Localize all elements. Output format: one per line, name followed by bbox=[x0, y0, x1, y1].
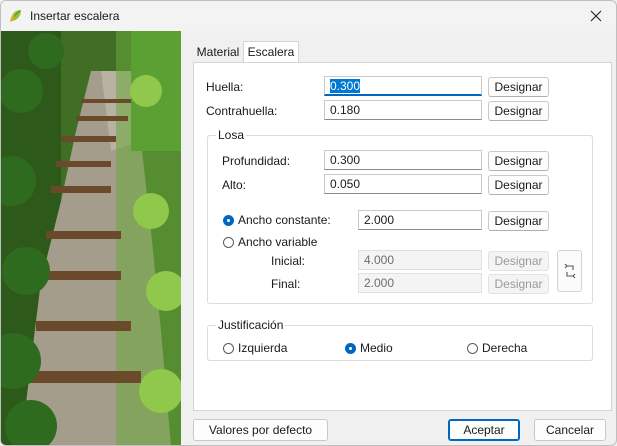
radio-unselected-icon bbox=[223, 342, 234, 354]
profundidad-input[interactable]: 0.300 bbox=[324, 150, 482, 170]
ancho-constante-label: Ancho constante: bbox=[238, 213, 331, 227]
contrahuella-designar-button[interactable]: Designar bbox=[488, 101, 549, 121]
justificacion-title: Justificación bbox=[216, 318, 286, 332]
huella-designar-button[interactable]: Designar bbox=[488, 77, 549, 97]
ancho-constante-radio[interactable]: Ancho constante: bbox=[223, 213, 331, 227]
justificacion-medio-radio[interactable]: Medio bbox=[345, 341, 393, 355]
tab-escalera[interactable]: Escalera bbox=[243, 41, 299, 63]
swap-icon bbox=[564, 263, 575, 279]
contrahuella-input[interactable]: 0.180 bbox=[324, 100, 482, 120]
dialog-window: Insertar escalera Material Escalera Huel… bbox=[0, 0, 617, 446]
losa-title: Losa bbox=[216, 128, 247, 142]
alto-designar-button[interactable]: Designar bbox=[488, 175, 549, 195]
radio-unselected-icon bbox=[467, 342, 478, 354]
inicial-input[interactable]: 4.000 bbox=[358, 250, 482, 270]
title-bar: Insertar escalera bbox=[1, 1, 616, 31]
final-input[interactable]: 2.000 bbox=[358, 273, 482, 293]
medio-label: Medio bbox=[360, 341, 393, 355]
izquierda-label: Izquierda bbox=[238, 341, 288, 355]
inicial-label: Inicial: bbox=[271, 254, 306, 268]
alto-label: Alto: bbox=[222, 178, 247, 192]
ancho-constante-designar-button[interactable]: Designar bbox=[488, 211, 549, 231]
radio-unselected-icon bbox=[223, 236, 234, 248]
derecha-label: Derecha bbox=[482, 341, 528, 355]
ancho-variable-radio[interactable]: Ancho variable bbox=[223, 235, 317, 249]
app-logo-icon bbox=[10, 10, 21, 22]
final-label: Final: bbox=[271, 277, 301, 291]
final-designar-button[interactable]: Designar bbox=[488, 274, 549, 294]
huella-input[interactable]: 0.300 bbox=[324, 76, 482, 96]
stairs-photo bbox=[1, 31, 181, 445]
close-icon bbox=[590, 10, 602, 22]
justificacion-izquierda-radio[interactable]: Izquierda bbox=[223, 341, 287, 355]
ancho-constante-input[interactable]: 2.000 bbox=[358, 210, 482, 230]
tab-material[interactable]: Material bbox=[193, 42, 243, 62]
profundidad-designar-button[interactable]: Designar bbox=[488, 151, 549, 171]
window-title: Insertar escalera bbox=[30, 9, 120, 23]
radio-selected-icon bbox=[345, 342, 356, 354]
defaults-button[interactable]: Valores por defecto bbox=[193, 419, 328, 441]
cancel-button[interactable]: Cancelar bbox=[534, 419, 606, 441]
justificacion-derecha-radio[interactable]: Derecha bbox=[467, 341, 527, 355]
inicial-designar-button[interactable]: Designar bbox=[488, 251, 549, 271]
huella-label: Huella: bbox=[206, 80, 244, 94]
swap-widths-button[interactable] bbox=[557, 250, 582, 292]
ancho-variable-label: Ancho variable bbox=[238, 235, 318, 249]
radio-selected-icon bbox=[223, 214, 234, 226]
huella-value: 0.300 bbox=[330, 79, 361, 93]
accept-button[interactable]: Aceptar bbox=[448, 419, 520, 441]
close-button[interactable] bbox=[576, 1, 616, 31]
alto-input[interactable]: 0.050 bbox=[324, 174, 482, 194]
contrahuella-label: Contrahuella: bbox=[206, 104, 278, 118]
profundidad-label: Profundidad: bbox=[222, 154, 291, 168]
